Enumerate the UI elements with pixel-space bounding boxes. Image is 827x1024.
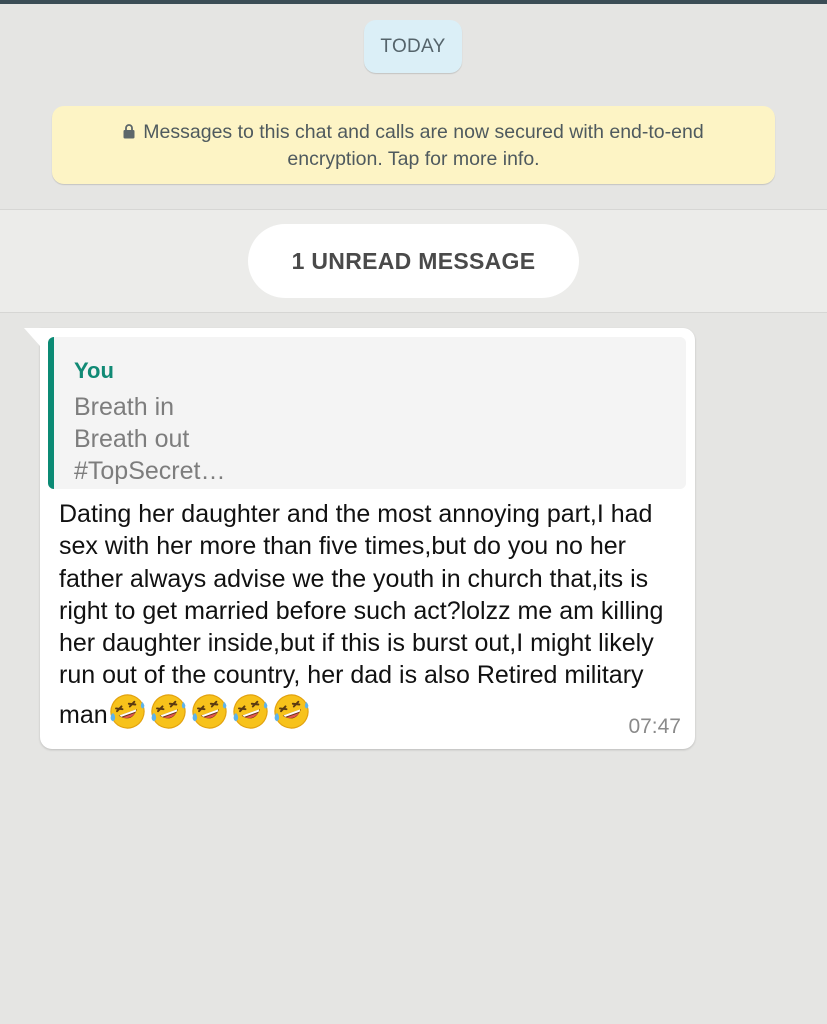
unread-messages-label: 1 UNREAD MESSAGE — [291, 247, 536, 274]
quoted-message[interactable]: You Breath in Breath out #TopSecret… — [48, 337, 686, 489]
unread-messages-pill: 1 UNREAD MESSAGE — [248, 224, 579, 298]
lock-icon — [123, 120, 135, 146]
message-timestamp: 07:47 — [628, 715, 681, 738]
rolling-on-the-floor-laughing-emoji — [108, 692, 147, 731]
quoted-line: Breath out — [74, 425, 190, 453]
rolling-on-the-floor-laughing-emoji — [272, 692, 311, 731]
quoted-message-text: Breath in Breath out #TopSecret… — [74, 391, 225, 487]
date-chip: TODAY — [364, 20, 462, 73]
encryption-notice[interactable]: Messages to this chat and calls are now … — [52, 106, 775, 184]
quoted-line: Breath in — [74, 393, 175, 421]
encryption-notice-body: Messages to this chat and calls are now … — [84, 119, 744, 172]
chat-area[interactable]: TODAY Messages to this chat and calls ar… — [0, 4, 827, 1024]
unread-messages-divider: 1 UNREAD MESSAGE — [0, 209, 827, 313]
rolling-on-the-floor-laughing-emoji — [231, 692, 270, 731]
rolling-on-the-floor-laughing-emoji — [190, 692, 229, 731]
message-body: Dating her daughter and the most annoyin… — [59, 498, 684, 739]
emoji-row — [108, 692, 313, 739]
quoted-line: #TopSecret… — [74, 457, 226, 485]
quoted-message-author: You — [74, 358, 114, 383]
incoming-message-bubble[interactable]: You Breath in Breath out #TopSecret… Dat… — [24, 328, 695, 749]
rolling-on-the-floor-laughing-emoji — [149, 692, 188, 731]
quote-accent-bar — [48, 337, 54, 489]
bubble-tail — [24, 328, 40, 346]
encryption-notice-text: Messages to this chat and calls are now … — [143, 120, 704, 170]
date-chip-label: TODAY — [380, 35, 446, 57]
